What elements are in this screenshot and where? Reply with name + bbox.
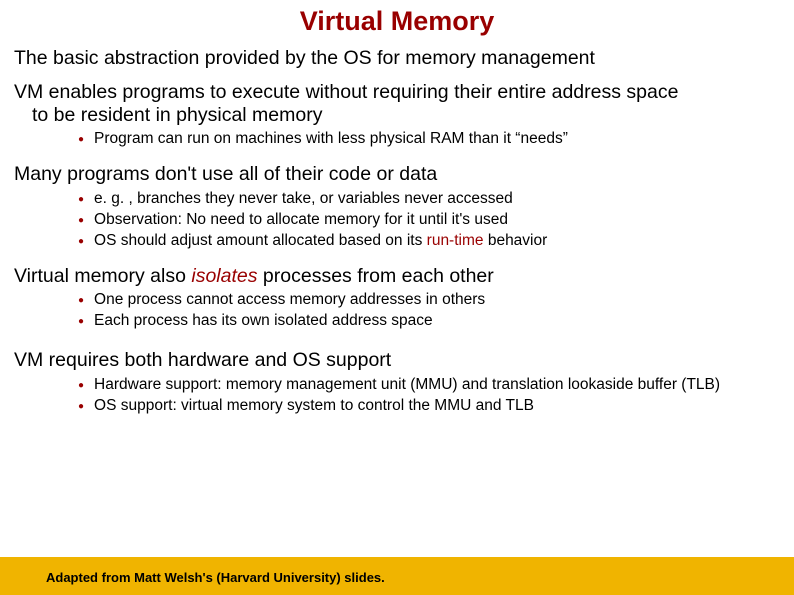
list-item: ● Each process has its own isolated addr… [78,312,780,331]
bullet-icon: ● [78,233,84,251]
slide-body: The basic abstraction provided by the OS… [0,47,794,416]
list-text: Each process has its own isolated addres… [94,312,433,331]
footer-bar: Adapted from Matt Welsh's (Harvard Unive… [0,557,794,595]
list-text: Observation: No need to allocate memory … [94,211,508,230]
programs-dont-use-para: Many programs don't use all of their cod… [14,163,780,185]
list-item: ● OS support: virtual memory system to c… [78,397,780,416]
sub-list: ● Hardware support: memory management un… [78,376,780,416]
list-text: OS should adjust amount allocated based … [94,232,547,251]
text: processes from each other [258,265,494,287]
list-item: ● Hardware support: memory management un… [78,376,780,395]
bullet-icon: ● [78,377,84,395]
accent-text: run-time [427,232,484,249]
list-item: ● OS should adjust amount allocated base… [78,232,780,251]
bullet-icon: ● [78,292,84,310]
sub-list: ● One process cannot access memory addre… [78,291,780,331]
list-item: ● One process cannot access memory addre… [78,291,780,310]
accent-text: isolates [191,265,257,287]
bullet-icon: ● [78,398,84,416]
list-item: ● e. g. , branches they never take, or v… [78,190,780,209]
list-item: ● Program can run on machines with less … [78,130,780,149]
footer-credit: Adapted from Matt Welsh's (Harvard Unive… [46,570,385,585]
text: OS should adjust amount allocated based … [94,232,427,249]
list-text: Hardware support: memory management unit… [94,376,720,395]
list-text: OS support: virtual memory system to con… [94,397,534,416]
slide-title: Virtual Memory [0,0,794,41]
requires-para: VM requires both hardware and OS support [14,349,780,371]
bullet-icon: ● [78,131,84,149]
vm-enables-para: VM enables programs to execute without r… [14,81,780,126]
sub-list: ● e. g. , branches they never take, or v… [78,190,780,251]
intro-para: The basic abstraction provided by the OS… [14,47,780,69]
list-text: One process cannot access memory address… [94,291,485,310]
list-text: Program can run on machines with less ph… [94,130,568,149]
slide: Virtual Memory The basic abstraction pro… [0,0,794,595]
text: VM enables programs to execute without r… [14,81,678,103]
bullet-icon: ● [78,191,84,209]
text: to be resident in physical memory [14,104,322,126]
bullet-icon: ● [78,313,84,331]
bullet-icon: ● [78,212,84,230]
text: Virtual memory also [14,265,191,287]
isolates-para: Virtual memory also isolates processes f… [14,265,780,287]
text: behavior [484,232,548,249]
sub-list: ● Program can run on machines with less … [78,130,780,149]
list-item: ● Observation: No need to allocate memor… [78,211,780,230]
list-text: e. g. , branches they never take, or var… [94,190,513,209]
